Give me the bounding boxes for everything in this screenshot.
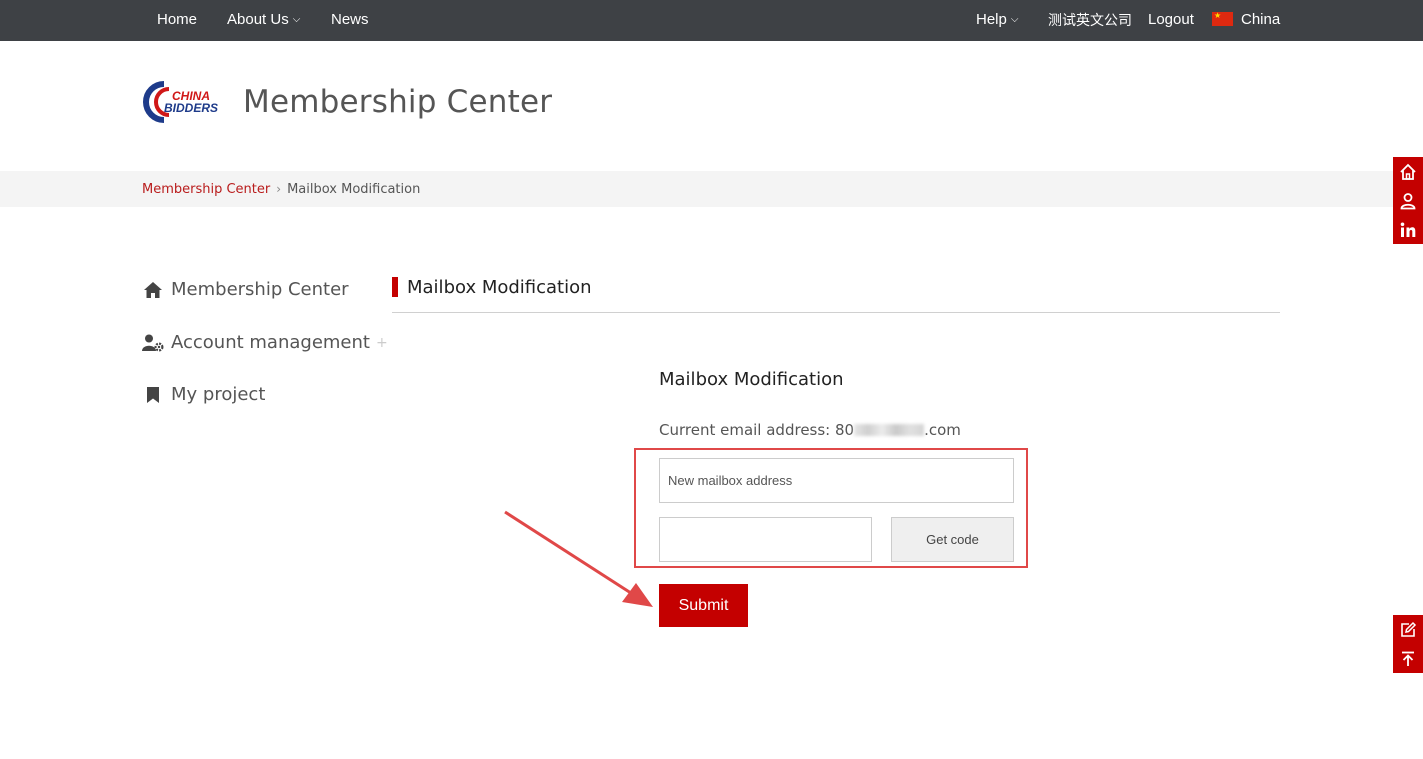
nav-news-link[interactable]: News <box>331 0 369 41</box>
user-outline-icon <box>1400 192 1416 209</box>
page-title: Membership Center <box>243 84 553 120</box>
linkedin-icon <box>1400 222 1416 237</box>
logo-text-bottom: BIDDERS <box>164 101 218 115</box>
nav-help-label: Help <box>976 11 1007 28</box>
nav-help-link[interactable]: Help ⌵ <box>976 0 1018 41</box>
new-email-input[interactable] <box>659 458 1014 503</box>
breadcrumb-current: Mailbox Modification <box>287 182 421 197</box>
sidebar-item-label: Account management <box>171 332 370 353</box>
current-email-text: Current email address: 80 .com <box>659 421 961 439</box>
sidebar-item-account-management[interactable]: Account management + <box>142 331 388 355</box>
section-heading-text: Mailbox Modification <box>407 276 592 298</box>
nav-company-link[interactable]: 测试英文公司 <box>1048 0 1132 41</box>
nav-about-us-link[interactable]: About Us ⌵ <box>227 0 300 41</box>
section-divider <box>392 312 1280 313</box>
submit-button[interactable]: Submit <box>659 584 748 627</box>
side-toolbar-top <box>1393 157 1423 244</box>
form-title: Mailbox Modification <box>659 369 844 390</box>
sidebar-item-my-project[interactable]: My project <box>142 383 265 407</box>
side-edit-button[interactable] <box>1393 615 1423 644</box>
chevron-down-icon: ⌵ <box>292 14 301 25</box>
current-email-label: Current email address: <box>659 421 835 439</box>
current-email-prefix: 80 <box>835 421 855 439</box>
sidebar-item-label: My project <box>171 384 266 405</box>
bookmark-icon <box>142 385 164 405</box>
side-back-to-top-button[interactable] <box>1393 644 1423 673</box>
edit-icon <box>1401 621 1417 637</box>
arrow-up-to-top-icon <box>1402 651 1414 666</box>
china-flag-icon <box>1212 9 1233 26</box>
verification-code-input[interactable] <box>659 517 872 562</box>
nav-logout-link[interactable]: Logout <box>1148 0 1194 41</box>
side-home-button[interactable] <box>1393 157 1423 186</box>
breadcrumb-bar: Membership Center › Mailbox Modification <box>0 171 1423 207</box>
sidebar-item-label: Membership Center <box>171 279 349 300</box>
home-outline-icon <box>1400 163 1416 180</box>
breadcrumb: Membership Center › Mailbox Modification <box>142 171 420 207</box>
side-toolbar-bottom <box>1393 615 1423 673</box>
china-bidders-logo[interactable]: CHINA BIDDERS <box>142 80 224 124</box>
nav-region-link[interactable]: China <box>1212 0 1280 41</box>
section-heading-accent <box>392 277 398 297</box>
chevron-down-icon: ⌵ <box>1010 14 1019 25</box>
nav-home-link[interactable]: Home <box>157 0 197 41</box>
nav-region-label: China <box>1241 11 1281 28</box>
get-code-button[interactable]: Get code <box>891 517 1014 562</box>
breadcrumb-separator: › <box>276 182 282 196</box>
section-heading: Mailbox Modification <box>392 276 592 298</box>
logo-graphic: CHINA BIDDERS <box>143 81 218 123</box>
top-navigation-bar: Home About Us ⌵ News Help ⌵ 测试英文公司 Logout … <box>0 0 1423 41</box>
nav-about-us-label: About Us <box>227 11 289 28</box>
user-gear-icon <box>142 333 164 353</box>
redacted-email-blur <box>854 424 925 436</box>
current-email-suffix: .com <box>924 421 961 439</box>
sidebar-item-membership-center[interactable]: Membership Center <box>142 278 349 302</box>
home-icon <box>142 280 164 300</box>
side-linkedin-button[interactable] <box>1393 215 1423 244</box>
breadcrumb-root-link[interactable]: Membership Center <box>142 182 270 197</box>
expand-plus-icon[interactable]: + <box>376 331 388 355</box>
side-user-button[interactable] <box>1393 186 1423 215</box>
